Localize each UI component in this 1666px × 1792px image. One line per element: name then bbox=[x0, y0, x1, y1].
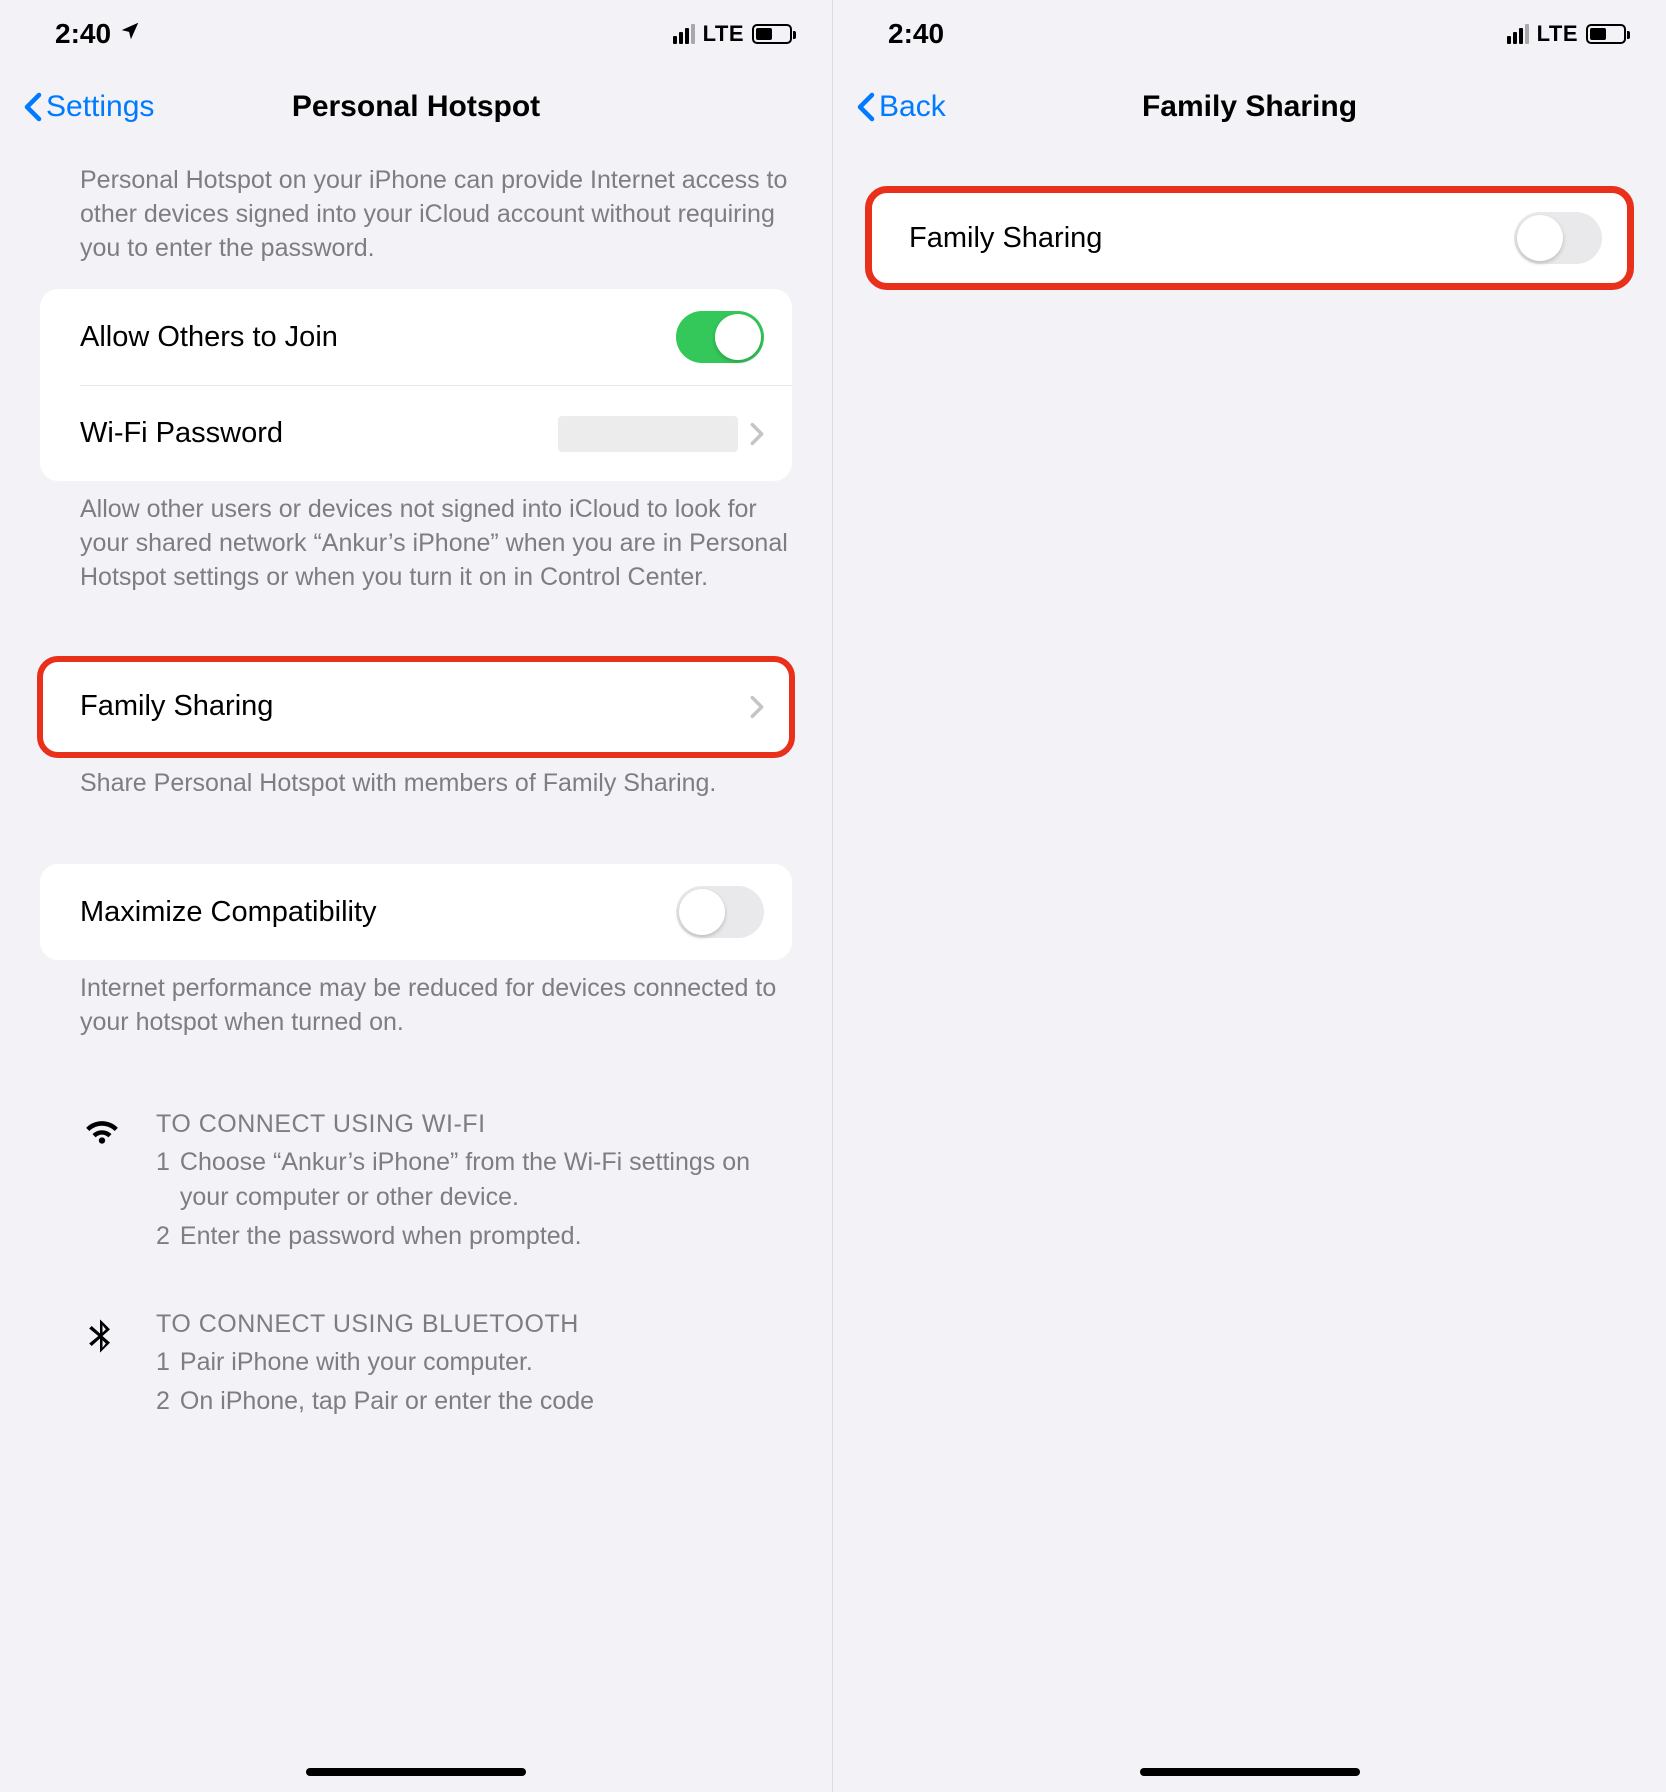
bt-step-1: 1Pair iPhone with your computer. bbox=[156, 1345, 792, 1380]
signal-icon bbox=[1507, 24, 1529, 44]
network-label: LTE bbox=[1537, 21, 1578, 47]
back-label: Back bbox=[879, 90, 946, 124]
wifi-step-1: 1Choose “Ankur’s iPhone” from the Wi-Fi … bbox=[156, 1145, 792, 1215]
wifi-icon bbox=[80, 1110, 124, 1258]
wifi-password-value bbox=[558, 416, 738, 452]
allow-others-label: Allow Others to Join bbox=[80, 321, 676, 354]
family-sharing-toggle[interactable] bbox=[1514, 212, 1602, 264]
maximize-label: Maximize Compatibility bbox=[80, 896, 676, 929]
battery-icon bbox=[1586, 24, 1626, 44]
row-family-sharing[interactable]: Family Sharing bbox=[40, 659, 792, 755]
status-time: 2:40 bbox=[55, 18, 111, 50]
connect-bt-block: TO CONNECT USING BLUETOOTH 1Pair iPhone … bbox=[0, 1290, 832, 1435]
row-allow-others[interactable]: Allow Others to Join bbox=[40, 289, 792, 385]
status-time: 2:40 bbox=[888, 18, 944, 50]
back-button[interactable]: Back bbox=[857, 90, 946, 124]
battery-icon bbox=[752, 24, 792, 44]
family-sharing-label: Family Sharing bbox=[80, 690, 750, 723]
chevron-left-icon bbox=[24, 92, 42, 122]
group-allow: Allow Others to Join Wi-Fi Password bbox=[40, 289, 792, 481]
page-title: Personal Hotspot bbox=[292, 90, 540, 124]
back-label: Settings bbox=[46, 90, 154, 124]
connect-wifi-block: TO CONNECT USING WI-FI 1Choose “Ankur’s … bbox=[0, 1090, 832, 1270]
page-title: Family Sharing bbox=[1142, 90, 1357, 124]
chevron-right-icon bbox=[750, 695, 764, 719]
allow-others-toggle[interactable] bbox=[676, 311, 764, 363]
home-indicator[interactable] bbox=[1140, 1768, 1360, 1776]
chevron-left-icon bbox=[857, 92, 875, 122]
status-bar: 2:40 LTE bbox=[0, 0, 832, 68]
maximize-toggle[interactable] bbox=[676, 886, 764, 938]
status-bar: 2:40 LTE bbox=[833, 0, 1666, 68]
wifi-step-2: 2Enter the password when prompted. bbox=[156, 1219, 792, 1254]
network-label: LTE bbox=[703, 21, 744, 47]
row-wifi-password[interactable]: Wi-Fi Password bbox=[80, 385, 792, 481]
family-desc: Share Personal Hotspot with members of F… bbox=[0, 755, 832, 821]
nav-bar: Settings Personal Hotspot bbox=[0, 68, 832, 146]
bt-step-2: 2On iPhone, tap Pair or enter the code bbox=[156, 1384, 792, 1419]
intro-text: Personal Hotspot on your iPhone can prov… bbox=[0, 156, 832, 289]
wifi-password-label: Wi-Fi Password bbox=[80, 417, 558, 450]
nav-bar: Back Family Sharing bbox=[833, 68, 1666, 146]
home-indicator[interactable] bbox=[306, 1768, 526, 1776]
group-maximize: Maximize Compatibility bbox=[40, 864, 792, 960]
wifi-connect-heading: TO CONNECT USING WI-FI bbox=[156, 1110, 792, 1139]
bt-connect-heading: TO CONNECT USING BLUETOOTH bbox=[156, 1310, 792, 1339]
bluetooth-icon bbox=[80, 1310, 124, 1423]
family-sharing-label: Family Sharing bbox=[909, 222, 1514, 255]
allow-desc: Allow other users or devices not signed … bbox=[0, 481, 832, 614]
back-button[interactable]: Settings bbox=[24, 90, 154, 124]
row-family-sharing-toggle[interactable]: Family Sharing bbox=[869, 190, 1630, 286]
group-family-sharing: Family Sharing bbox=[869, 190, 1630, 286]
maximize-desc: Internet performance may be reduced for … bbox=[0, 960, 832, 1060]
signal-icon bbox=[673, 24, 695, 44]
location-icon bbox=[119, 20, 141, 48]
row-maximize[interactable]: Maximize Compatibility bbox=[40, 864, 792, 960]
chevron-right-icon bbox=[750, 422, 764, 446]
group-family-sharing: Family Sharing bbox=[40, 659, 792, 755]
